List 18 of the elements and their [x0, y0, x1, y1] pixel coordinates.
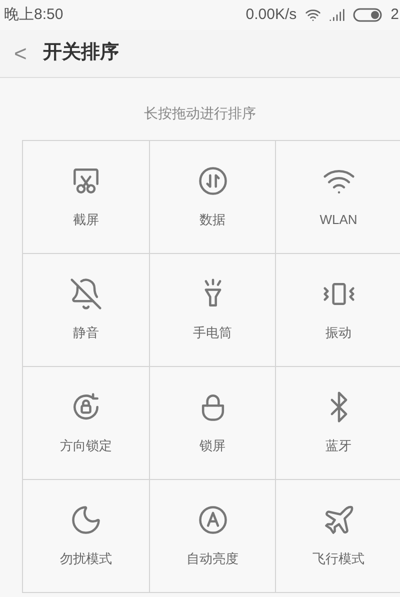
- sort-hint: 长按拖动进行排序: [144, 104, 256, 122]
- battery-icon: [352, 8, 383, 22]
- wifi-signal-icon: [304, 7, 321, 23]
- battery-percent: 2: [390, 4, 400, 25]
- toggle-tile[interactable]: 方向锁定: [23, 367, 150, 480]
- toggle-tile[interactable]: 静音: [23, 254, 150, 367]
- toggle-tile[interactable]: 锁屏: [150, 367, 276, 480]
- status-time: 晚上8:50: [4, 4, 64, 25]
- toggle-tile[interactable]: 勿扰模式: [23, 480, 150, 593]
- toggle-tile[interactable]: 自动亮度: [150, 480, 276, 593]
- toggle-tile[interactable]: 截屏: [23, 141, 150, 254]
- network-speed: 0.00K/s: [246, 4, 297, 25]
- bell-off-icon: [69, 277, 103, 312]
- toggle-tile[interactable]: 数据: [150, 141, 276, 254]
- back-button[interactable]: <: [14, 37, 27, 70]
- toggle-tile[interactable]: 手电筒: [150, 254, 276, 367]
- page-title: 开关排序: [42, 40, 119, 66]
- cell-signal-icon: [328, 7, 345, 23]
